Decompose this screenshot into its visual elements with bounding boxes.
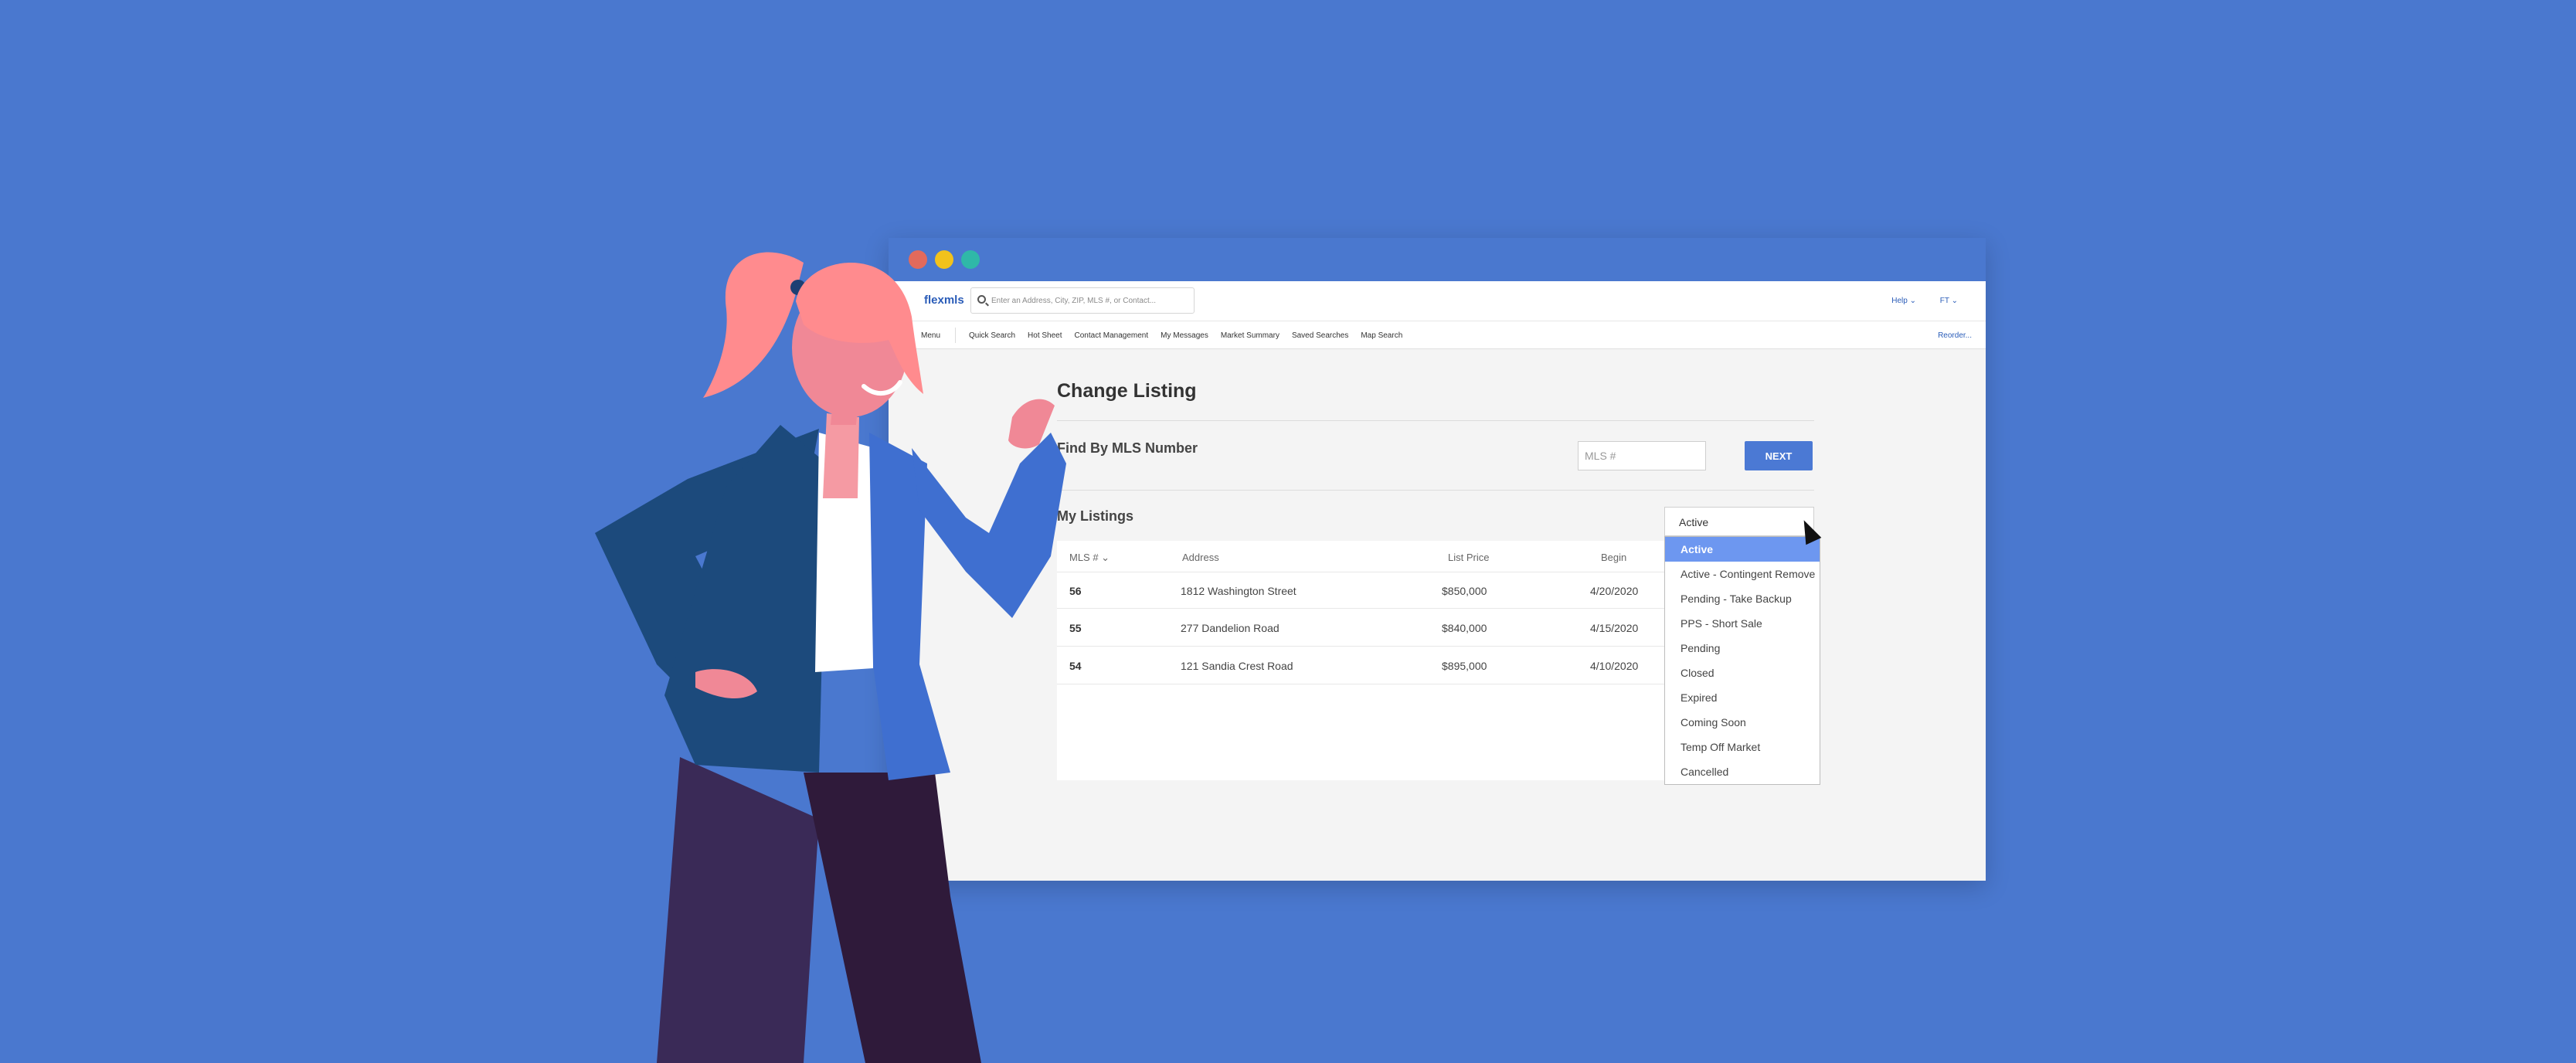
row-address: 277 Dandelion Road [1181,622,1280,634]
column-header-list-price[interactable]: List Price [1448,552,1489,563]
row-price: $895,000 [1442,660,1487,672]
row-begin: 4/10/2020 [1590,660,1639,672]
status-option-closed[interactable]: Closed [1665,661,1820,685]
row-price: $850,000 [1442,585,1487,597]
woman-presenting-illustration [595,252,1066,1063]
status-option-expired[interactable]: Expired [1665,685,1820,710]
status-option-active-contingent[interactable]: Active - Contingent Remove [1665,562,1820,586]
row-address: 1812 Washington Street [1181,585,1296,597]
next-button[interactable]: NEXT [1745,441,1813,470]
nav-item-market-summary[interactable]: Market Summary [1221,331,1280,340]
nav-item-contact-management[interactable]: Contact Management [1075,331,1149,340]
row-begin: 4/15/2020 [1590,622,1639,634]
status-option-temp-off-market[interactable]: Temp Off Market [1665,735,1820,759]
nav-item-map-search[interactable]: Map Search [1361,331,1402,340]
status-option-pps-short-sale[interactable]: PPS - Short Sale [1665,611,1820,636]
status-option-active[interactable]: Active [1665,537,1820,562]
divider [1057,420,1814,421]
column-header-begin[interactable]: Begin [1601,552,1626,563]
status-dropdown-list: Active Active - Contingent Remove Pendin… [1664,536,1820,785]
status-filter-select[interactable]: Active [1664,507,1814,536]
mls-number-input[interactable]: MLS # [1578,441,1706,470]
column-header-address[interactable]: Address [1182,552,1219,563]
user-menu[interactable]: FT ⌄ [1940,297,1958,305]
help-menu[interactable]: Help ⌄ [1891,297,1916,305]
reorder-link[interactable]: Reorder... [1938,331,1972,340]
divider [1057,490,1814,491]
status-option-cancelled[interactable]: Cancelled [1665,759,1820,784]
status-option-coming-soon[interactable]: Coming Soon [1665,710,1820,735]
row-price: $840,000 [1442,622,1487,634]
row-address: 121 Sandia Crest Road [1181,660,1293,672]
status-option-pending-take-backup[interactable]: Pending - Take Backup [1665,586,1820,611]
status-option-pending[interactable]: Pending [1665,636,1820,661]
nav-item-saved-searches[interactable]: Saved Searches [1292,331,1348,340]
row-begin: 4/20/2020 [1590,585,1639,597]
nav-item-my-messages[interactable]: My Messages [1161,331,1208,340]
